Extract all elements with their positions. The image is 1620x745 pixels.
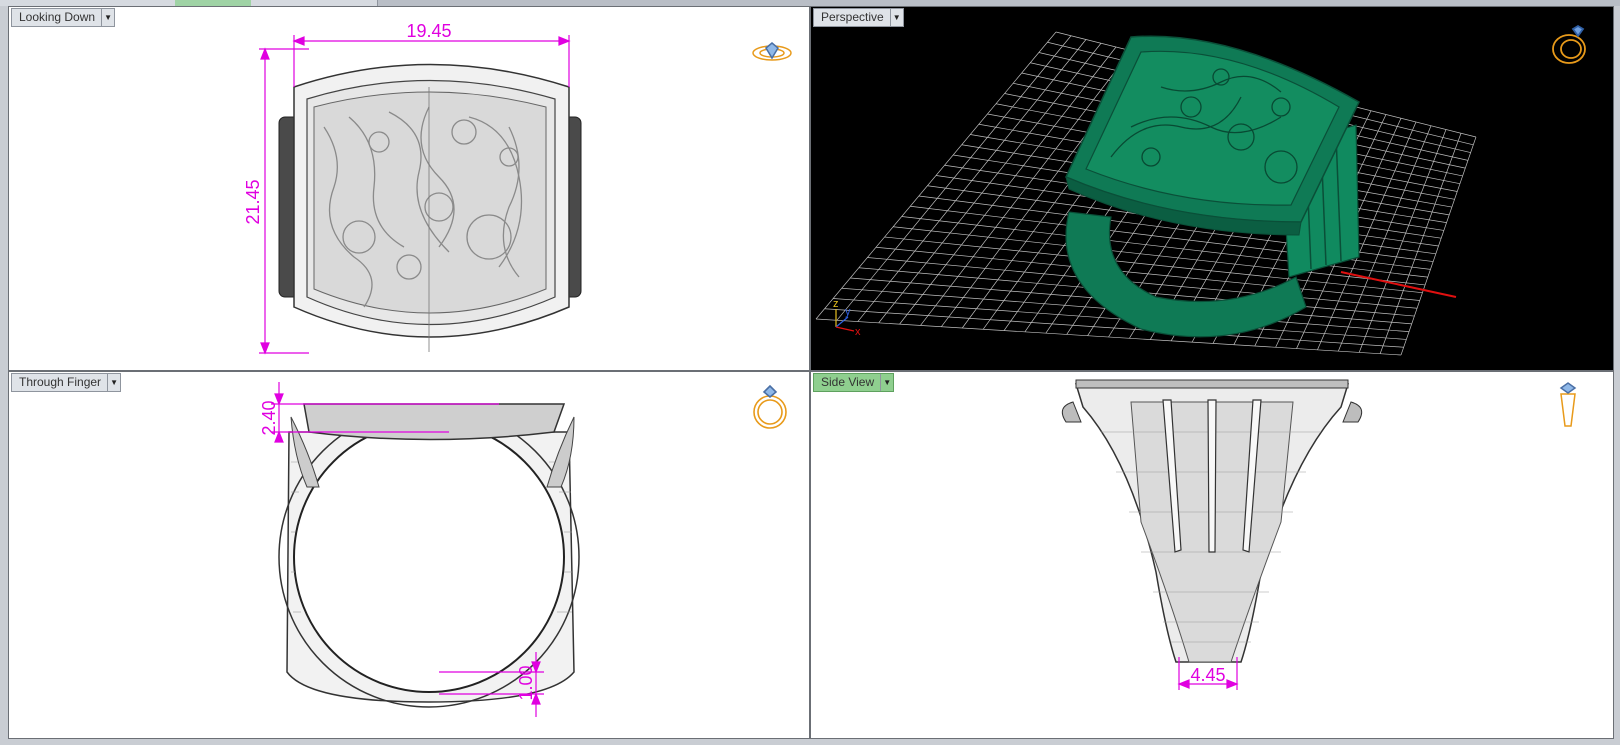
ear-right: [1342, 401, 1363, 423]
viewport-looking-down[interactable]: Looking Down ▼ 19.45 21.45: [8, 6, 810, 371]
front-view-drawing: 2.40 1.00: [259, 382, 787, 717]
x-axis-line: [1340, 271, 1457, 298]
dimension-top-thickness-label: 2.40: [259, 400, 279, 435]
gem-ring-icon: [752, 42, 792, 61]
perspective-drawing: z y x: [815, 24, 1586, 356]
top-view-drawing: 19.45 21.45: [243, 21, 792, 355]
perspective-ring-icon: [1552, 24, 1586, 64]
axis-x-label: x: [855, 326, 861, 338]
grid-line: [1400, 136, 1477, 356]
dimension-width-label: 19.45: [406, 21, 451, 41]
ring-head: [303, 403, 566, 441]
side-view-drawing: 4.45: [1061, 379, 1577, 690]
dimension-bottom-width-label: 4.45: [1190, 665, 1225, 685]
side-top-strip: [1075, 379, 1349, 389]
axis-widget: z y x: [833, 298, 861, 338]
grid-line: [1379, 133, 1462, 354]
axis-z-label: z: [833, 298, 839, 310]
finger-hole: [293, 421, 565, 693]
grid-line: [1358, 129, 1447, 353]
viewport-through-finger[interactable]: Through Finger ▼ 2.40 1.00: [8, 371, 810, 739]
ring-side-icon: [1559, 382, 1577, 427]
ear-left: [1061, 401, 1082, 423]
ring-front-icon: [753, 384, 787, 429]
viewport-perspective[interactable]: Perspective ▼ z y x: [810, 6, 1614, 371]
axis-y-label: y: [845, 306, 851, 318]
dimension-bottom-thickness-label: 1.00: [516, 665, 536, 700]
viewport-side-view[interactable]: Side View ▼ 4.45: [810, 371, 1614, 739]
dimension-height-label: 21.45: [243, 179, 263, 224]
